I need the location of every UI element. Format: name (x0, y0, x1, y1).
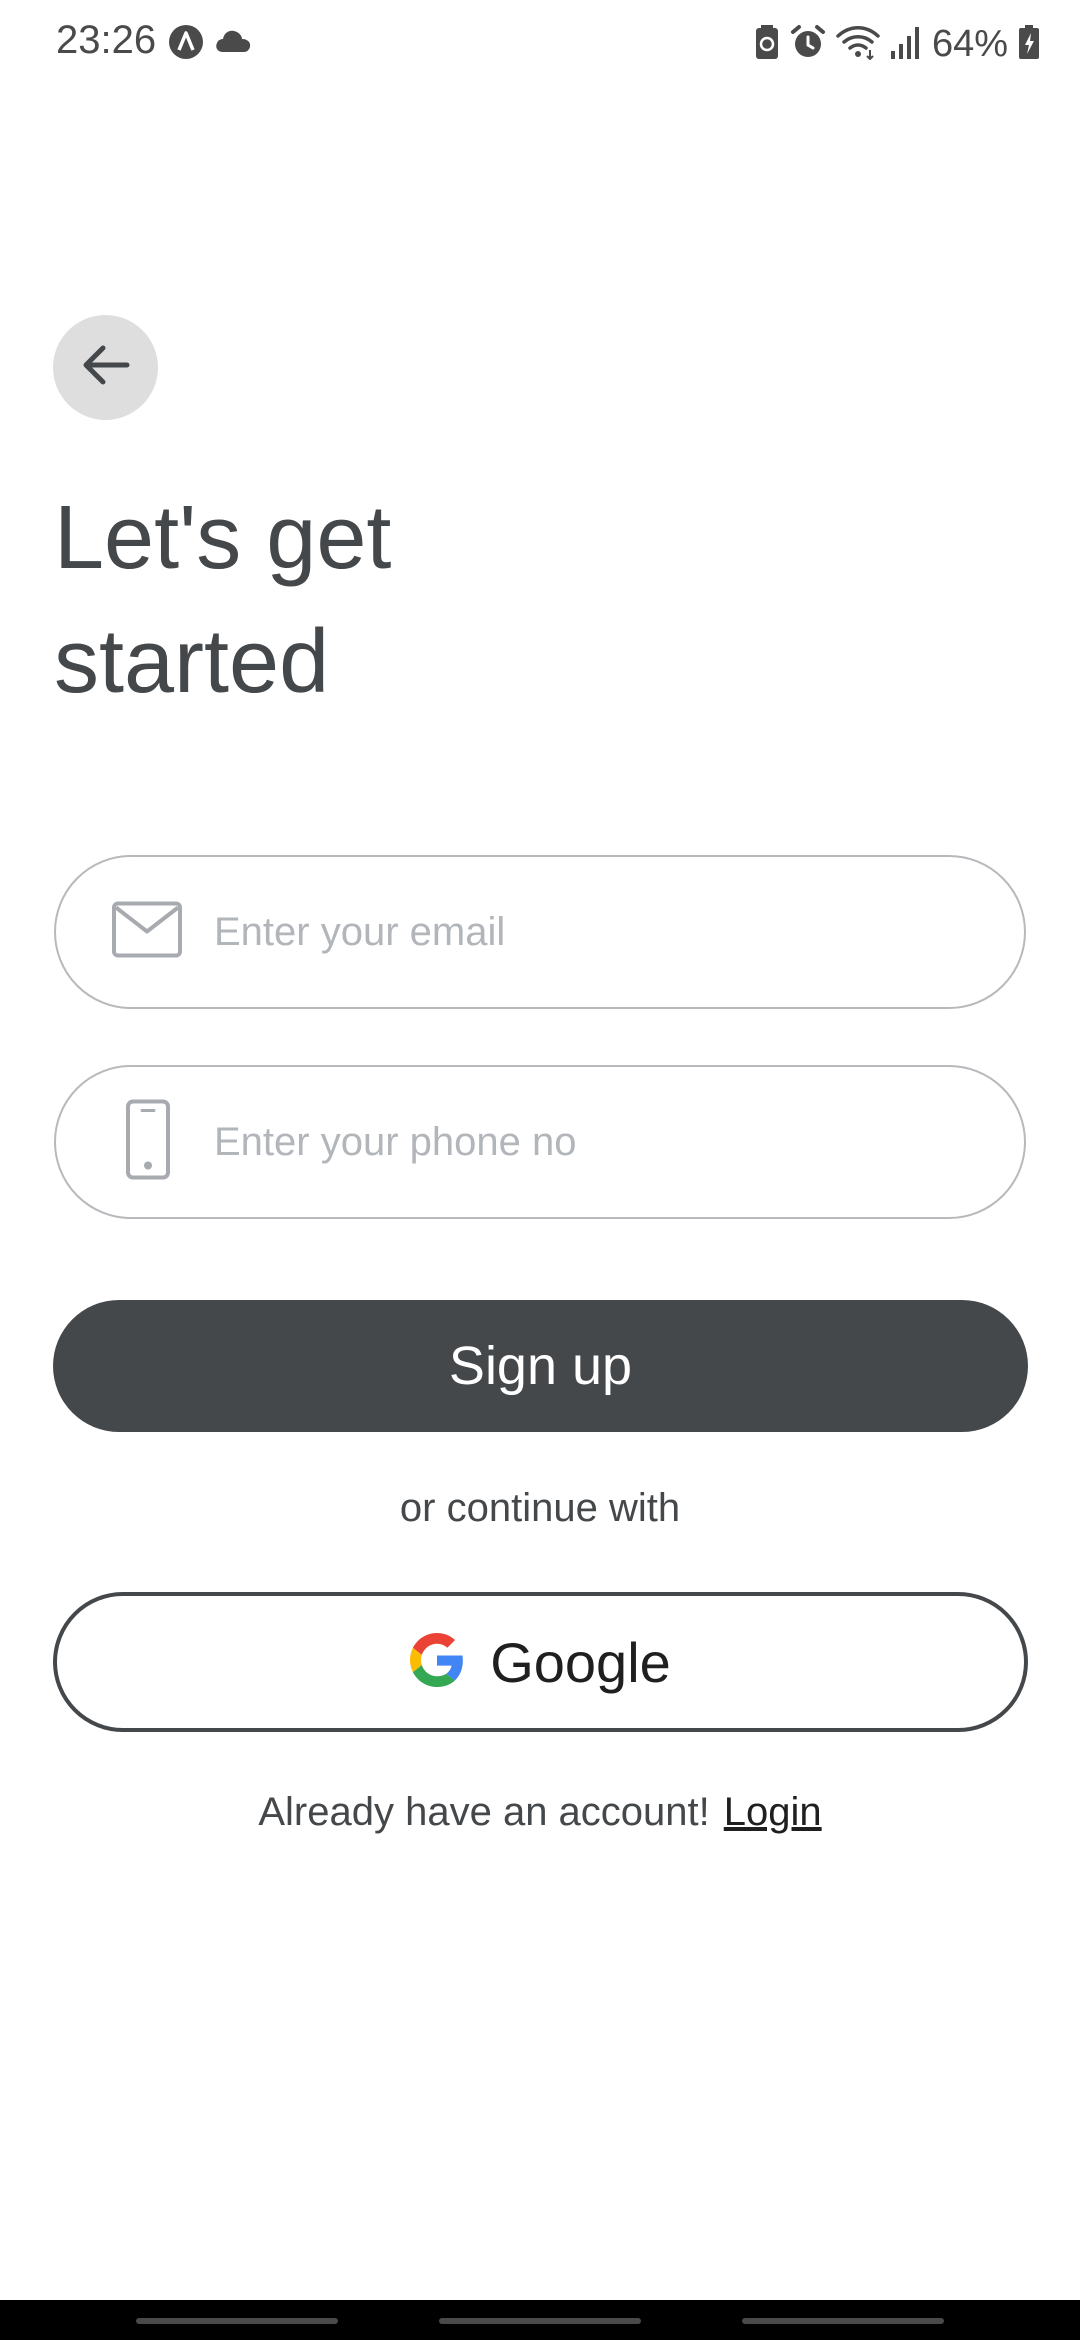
google-button-label: Google (490, 1630, 671, 1694)
system-navigation-bar (0, 2300, 1080, 2340)
login-prompt: Already have an account! Login (0, 1790, 1080, 1835)
page-title-line-2: started (54, 612, 330, 712)
nav-handle-right[interactable] (742, 2318, 944, 2324)
email-field-container[interactable] (54, 855, 1026, 1009)
nav-handle-left[interactable] (136, 2318, 338, 2324)
battery-icon (1018, 24, 1040, 65)
battery-saver-icon (754, 24, 780, 65)
wifi-icon (836, 24, 880, 65)
alarm-icon (790, 24, 826, 65)
envelope-icon (112, 901, 182, 963)
status-bar: 23:26 64% (0, 0, 1080, 90)
signal-icon (890, 25, 922, 64)
login-prompt-text: Already have an account! (258, 1790, 710, 1834)
page-title-line-1: Let's get (54, 488, 392, 588)
continue-with-text: or continue with (399, 1486, 681, 1530)
battery-percent: 64% (931, 22, 1008, 65)
arrow-left-icon (81, 343, 131, 392)
cloud-icon (214, 28, 252, 59)
sign-up-button[interactable]: Sign up (53, 1300, 1028, 1432)
google-sign-in-button[interactable]: Google (53, 1592, 1028, 1732)
login-link[interactable]: Login (724, 1790, 822, 1834)
phone-icon (126, 1099, 170, 1185)
email-input[interactable] (214, 857, 974, 1007)
app-a-icon (168, 24, 204, 65)
status-time: 23:26 (56, 18, 157, 62)
phone-input[interactable] (214, 1067, 974, 1217)
nav-handle-center[interactable] (439, 2318, 641, 2324)
page-title: Let's get started (54, 476, 474, 724)
google-logo-icon (410, 1632, 464, 1692)
phone-field-container[interactable] (54, 1065, 1026, 1219)
back-button[interactable] (53, 315, 158, 420)
